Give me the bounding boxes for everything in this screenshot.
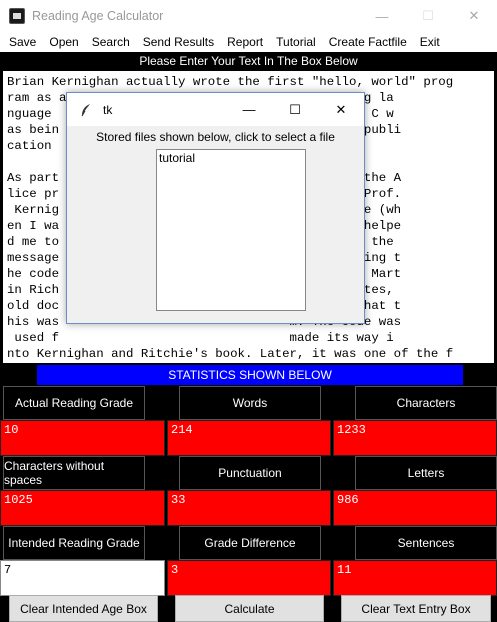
menu-send-results[interactable]: Send Results — [143, 35, 214, 49]
calculate-button[interactable]: Calculate — [175, 595, 324, 622]
menu-open[interactable]: Open — [49, 35, 78, 49]
characters-label: Characters — [355, 386, 497, 420]
menu-exit[interactable]: Exit — [420, 35, 440, 49]
title-bar: Reading Age Calculator — ☐ ✕ — [0, 0, 497, 32]
menu-bar: Save Open Search Send Results Report Tut… — [0, 32, 497, 52]
actual-reading-grade-label: Actual Reading Grade — [3, 386, 145, 420]
words-label: Words — [179, 386, 321, 420]
punctuation-label: Punctuation — [179, 456, 321, 490]
close-button[interactable]: ✕ — [451, 0, 497, 32]
file-listbox[interactable]: tutorial — [156, 149, 306, 311]
intended-reading-grade-label: Intended Reading Grade — [3, 526, 145, 560]
clear-text-entry-button[interactable]: Clear Text Entry Box — [341, 595, 491, 622]
dialog-title: tk — [103, 102, 113, 117]
app-icon — [9, 8, 25, 24]
menu-save[interactable]: Save — [9, 35, 36, 49]
text-line: nto Kernighan and Ritchie's book. Later,… — [7, 347, 454, 361]
letters-value: 986 — [333, 490, 497, 526]
clear-intended-age-button[interactable]: Clear Intended Age Box — [9, 595, 158, 622]
sentences-label: Sentences — [355, 526, 497, 560]
file-list-item[interactable]: tutorial — [159, 151, 303, 165]
text-line: used f made its way i — [7, 331, 394, 345]
minimize-button[interactable]: — — [359, 0, 405, 32]
maximize-button[interactable]: ☐ — [405, 0, 451, 32]
window-title: Reading Age Calculator — [32, 9, 164, 23]
file-select-dialog: tk — ☐ ✕ Stored files shown below, click… — [66, 92, 365, 324]
characters-without-spaces-label: Characters without spaces — [3, 456, 145, 490]
dialog-message: Stored files shown below, click to selec… — [96, 130, 335, 144]
actual-reading-grade-value: 10 — [0, 420, 165, 456]
characters-value: 1233 — [333, 420, 497, 456]
grade-difference-value: 3 — [167, 560, 331, 596]
text-line: Brian Kernighan actually wrote the first… — [7, 75, 454, 89]
sentences-value: 11 — [333, 560, 497, 596]
punctuation-value: 33 — [167, 490, 331, 526]
instruction-header: Please Enter Your Text In The Box Below — [0, 52, 497, 71]
dialog-close-button[interactable]: ✕ — [318, 93, 364, 126]
menu-report[interactable]: Report — [227, 35, 263, 49]
feather-icon — [81, 103, 90, 116]
dialog-minimize-button[interactable]: — — [226, 93, 272, 126]
grade-difference-label: Grade Difference — [179, 526, 321, 560]
menu-tutorial[interactable]: Tutorial — [276, 35, 316, 49]
characters-without-spaces-value: 1025 — [0, 490, 165, 526]
letters-label: Letters — [355, 456, 497, 490]
words-value: 214 — [167, 420, 331, 456]
intended-reading-grade-input[interactable]: 7 — [0, 560, 165, 596]
dialog-maximize-button[interactable]: ☐ — [272, 93, 318, 126]
dialog-title-bar: tk — ☐ ✕ — [67, 93, 364, 126]
menu-search[interactable]: Search — [92, 35, 130, 49]
menu-create-factfile[interactable]: Create Factfile — [329, 35, 407, 49]
statistics-banner: STATISTICS SHOWN BELOW — [37, 365, 463, 385]
